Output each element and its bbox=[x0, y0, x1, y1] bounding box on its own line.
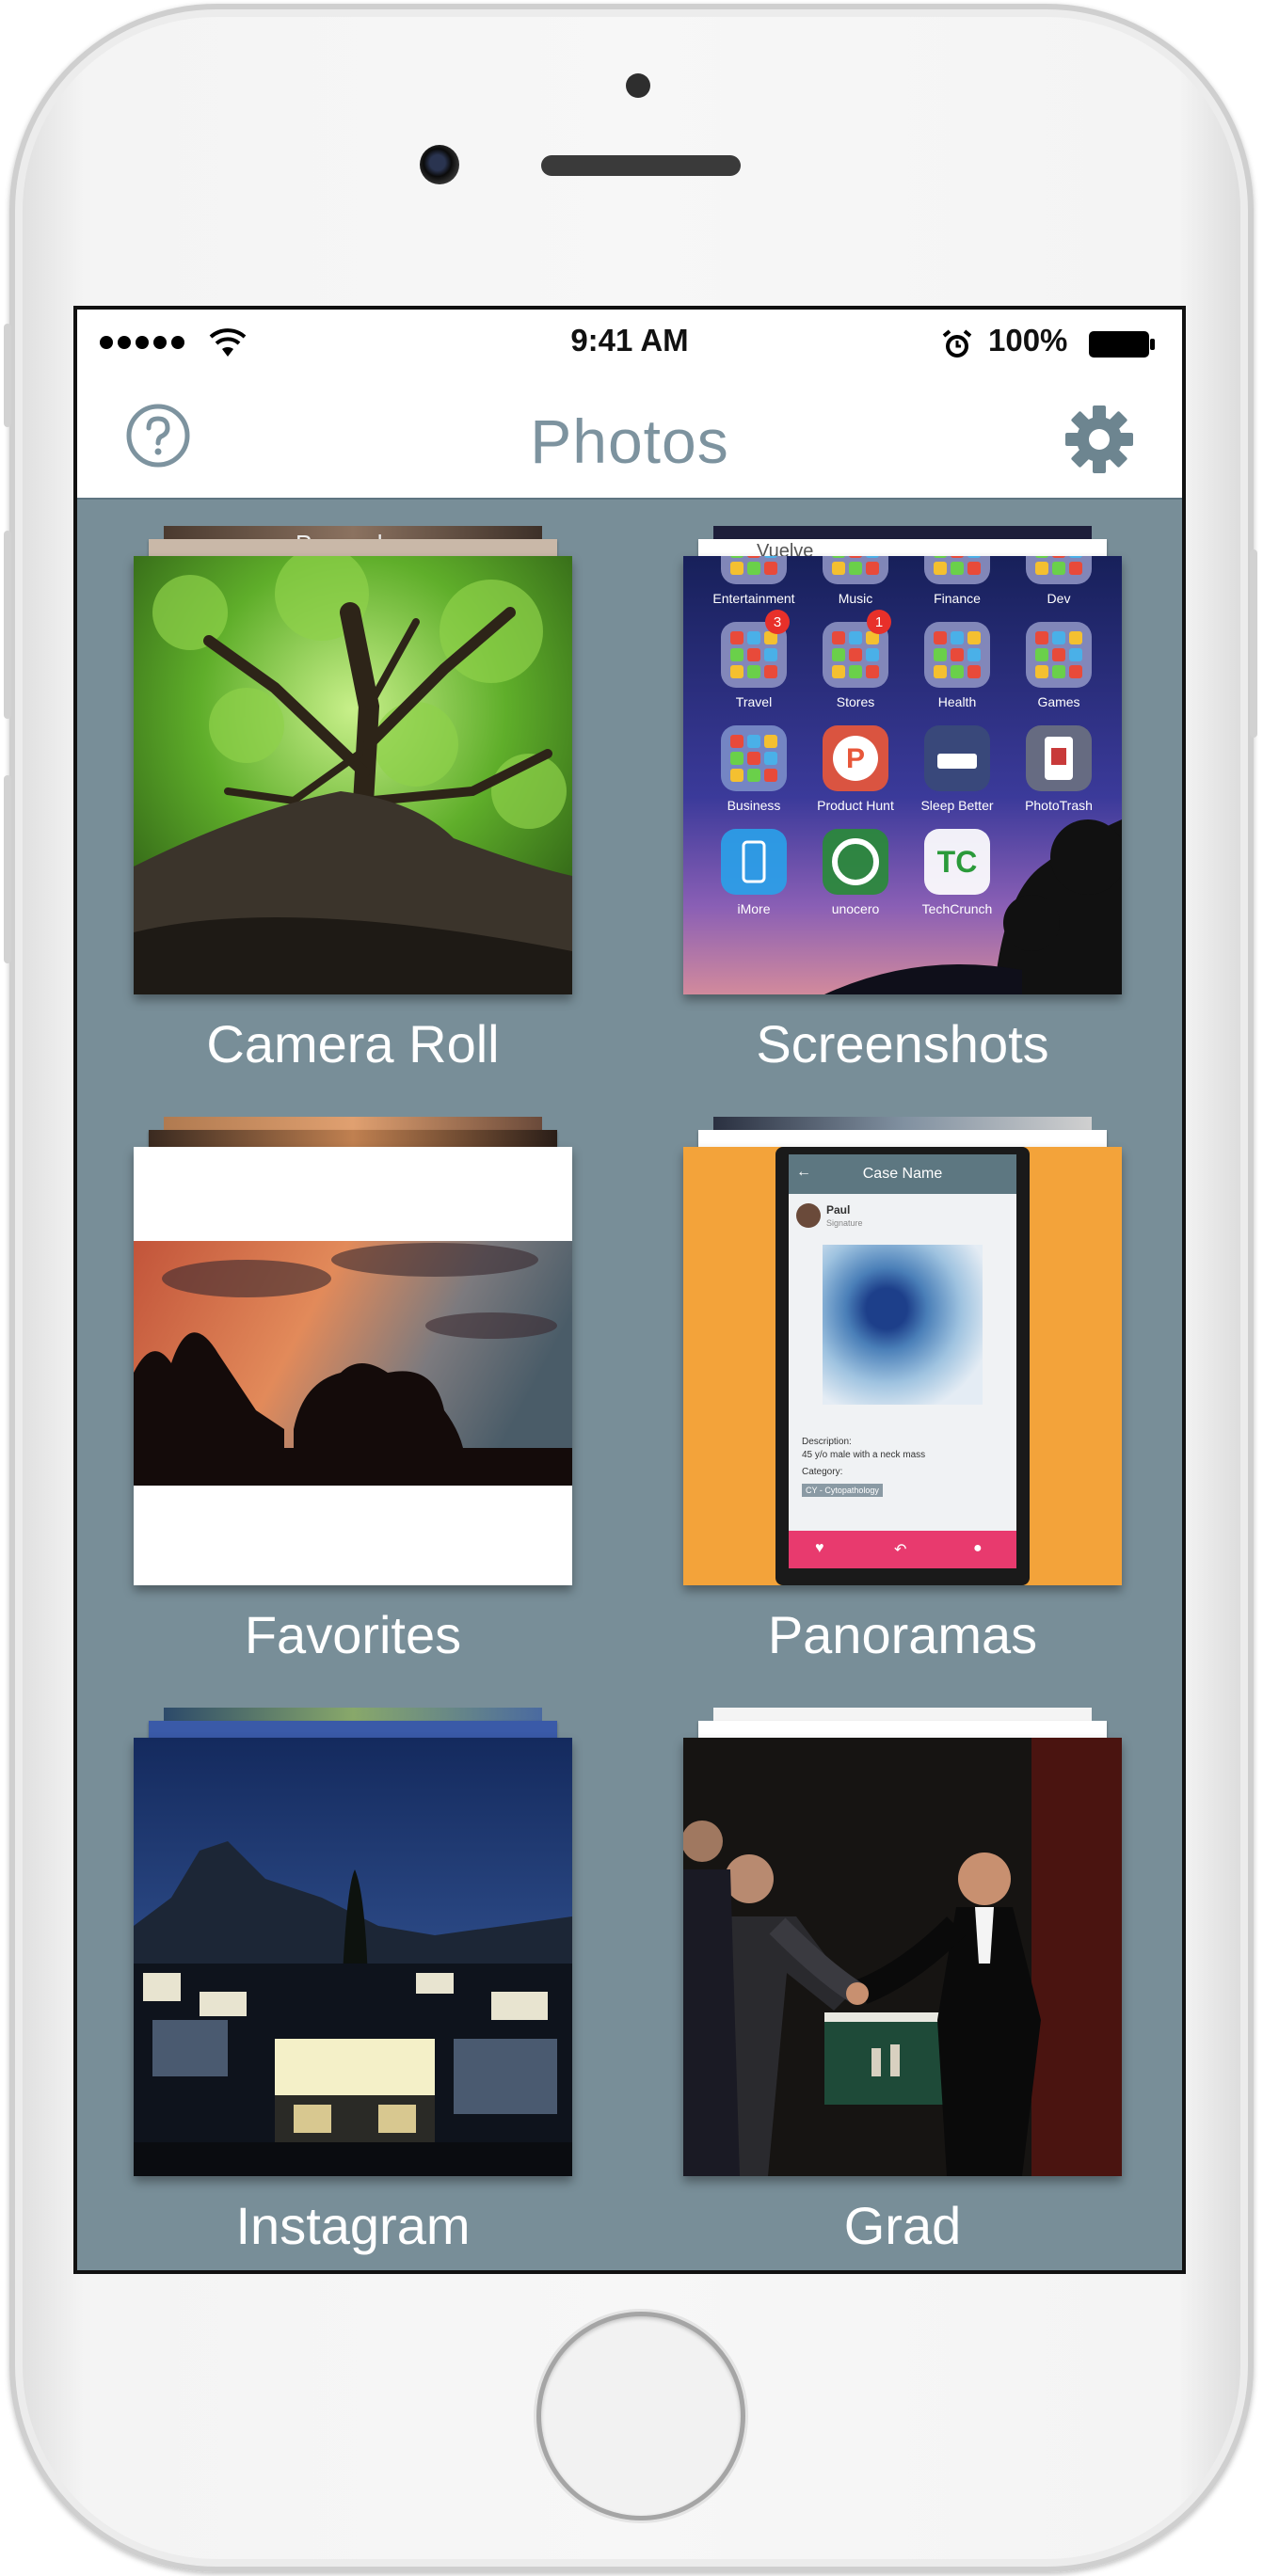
sunset-photo bbox=[134, 1147, 572, 1585]
app-icon: unocero bbox=[823, 829, 888, 916]
gear-icon[interactable] bbox=[1062, 402, 1137, 477]
app-icon: TC TechCrunch bbox=[922, 829, 993, 916]
album-thumbnail bbox=[134, 1147, 572, 1585]
album-stack bbox=[683, 1708, 1122, 2178]
case-title: Case Name bbox=[862, 1166, 943, 1182]
svg-text:1: 1 bbox=[875, 614, 883, 630]
album-stack: Vuelve Entertainment Music Finance Dev T… bbox=[683, 526, 1122, 996]
status-bar: 9:41 AM 100% bbox=[77, 310, 1182, 374]
case-header: ← Case Name bbox=[789, 1154, 1016, 1194]
album-stack bbox=[134, 1708, 572, 2178]
app-icon: P Product Hunt bbox=[817, 725, 894, 813]
phone-mockup: ← Case Name Paul Signature Description: … bbox=[775, 1147, 1030, 1585]
case-description: 45 y/o male with a neck mass bbox=[802, 1450, 926, 1460]
tc-logo: TC bbox=[937, 845, 978, 879]
volume-down-button bbox=[4, 775, 11, 963]
album-thumbnail bbox=[134, 556, 572, 994]
slide-image bbox=[823, 1245, 983, 1405]
case-category: CY - Cytopathology bbox=[802, 1484, 883, 1497]
power-button bbox=[1250, 549, 1257, 738]
album-label: Instagram bbox=[235, 2196, 471, 2255]
album-stack: Pascual bbox=[134, 526, 572, 996]
home-screen-screenshot: Entertainment Music Finance Dev Travel Stores… bbox=[683, 556, 1122, 994]
phone-mockup-screen: ← Case Name Paul Signature Description: … bbox=[789, 1154, 1016, 1568]
album-label: Panoramas bbox=[767, 1605, 1038, 1664]
app-icon: PhotoTrash bbox=[1025, 725, 1093, 813]
icon-label: Games bbox=[1037, 694, 1079, 709]
icon-label: unocero bbox=[832, 901, 880, 916]
app-icon: Business bbox=[721, 725, 787, 813]
proximity-sensor bbox=[626, 73, 650, 98]
heart-icon: ♥ bbox=[815, 1540, 824, 1556]
icon-label: Sleep Better bbox=[920, 798, 993, 813]
album-grid: Pascual bbox=[77, 500, 1182, 2270]
earpiece-speaker bbox=[541, 155, 741, 176]
front-camera-icon bbox=[420, 145, 459, 184]
mute-switch bbox=[4, 324, 11, 427]
screen: 9:41 AM 100% Photos Camera Roll Vuelve E… bbox=[77, 310, 1182, 2270]
notification-badge: 1 bbox=[867, 610, 891, 634]
album-label: Favorites bbox=[244, 1605, 462, 1664]
graduation-photo bbox=[683, 1738, 1122, 2176]
page-title: Photos bbox=[530, 406, 729, 476]
icon-label: Business bbox=[727, 798, 781, 813]
case-user-sub: Signature bbox=[826, 1218, 863, 1228]
comment-icon: ● bbox=[973, 1540, 983, 1556]
icon-label: iMore bbox=[737, 901, 770, 916]
app-icon: Sleep Better bbox=[920, 725, 994, 813]
home-button[interactable] bbox=[541, 2316, 741, 2516]
icon-label: PhotoTrash bbox=[1025, 798, 1093, 813]
album-thumbnail bbox=[134, 1738, 572, 2176]
navigation-bar: Photos bbox=[77, 374, 1182, 500]
album-stack: ← Case Name Paul Signature Description: … bbox=[683, 1117, 1122, 1587]
album-stack bbox=[134, 1117, 572, 1587]
icon-label: TechCrunch bbox=[922, 901, 993, 916]
album-label: Grad bbox=[843, 2196, 962, 2255]
notification-badge: 3 bbox=[765, 610, 790, 634]
reply-icon: ↶ bbox=[894, 1542, 907, 1558]
album-label: Screenshots bbox=[756, 1014, 1049, 1073]
icon-label: Product Hunt bbox=[817, 798, 894, 813]
icon-label: Finance bbox=[934, 591, 981, 606]
volume-up-button bbox=[4, 531, 11, 719]
icon-label: Travel bbox=[736, 694, 772, 709]
alarm-icon bbox=[942, 329, 972, 358]
svg-text:3: 3 bbox=[774, 614, 781, 630]
tree-photo bbox=[134, 556, 572, 994]
case-bottom-bar: ♥ ↶ ● bbox=[789, 1531, 1016, 1568]
case-category-label: Category: bbox=[802, 1467, 843, 1477]
icon-label: Health bbox=[938, 694, 976, 709]
svg-text:P: P bbox=[846, 743, 865, 774]
battery-icon bbox=[1089, 331, 1155, 358]
album-label: Camera Roll bbox=[206, 1014, 500, 1073]
album-thumbnail: Entertainment Music Finance Dev Travel Stores… bbox=[683, 556, 1122, 994]
album-thumbnail: ← Case Name Paul Signature Description: … bbox=[683, 1147, 1122, 1585]
case-user: Paul bbox=[826, 1203, 851, 1216]
icon-label: Stores bbox=[837, 694, 874, 709]
battery-percentage: 100% bbox=[988, 323, 1068, 358]
album-thumbnail bbox=[683, 1738, 1122, 2176]
icon-label: Music bbox=[839, 591, 873, 606]
icon-label: Entertainment bbox=[712, 591, 794, 606]
avatar bbox=[796, 1203, 821, 1228]
icon-label: Dev bbox=[1047, 591, 1071, 606]
case-description-label: Description: bbox=[802, 1437, 852, 1447]
folder-icon: Finance bbox=[924, 556, 990, 606]
night-city-photo bbox=[134, 1738, 572, 2176]
